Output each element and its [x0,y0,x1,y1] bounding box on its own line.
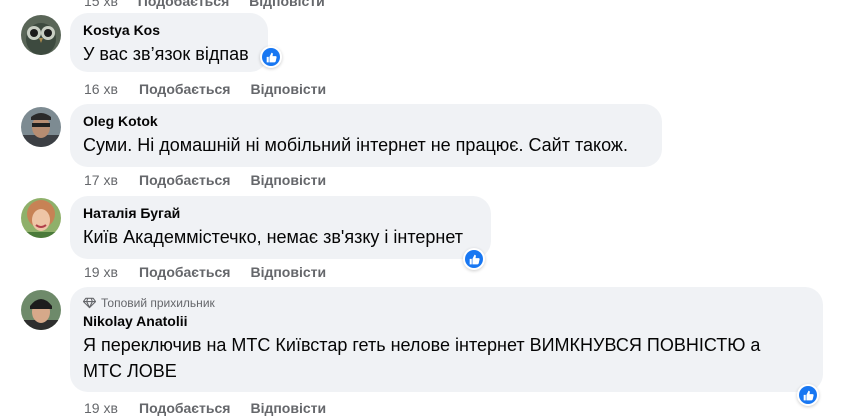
owl-avatar-icon [21,15,61,55]
diamond-icon [83,297,96,309]
comment-time[interactable]: 19 хв [84,264,139,280]
comment-actions: 17 хв Подобається Відповісти [84,172,346,188]
reply-button[interactable]: Відповісти [250,264,326,280]
previous-like-button[interactable]: Подобається [138,0,229,9]
avatar[interactable] [21,15,61,55]
previous-reply-button[interactable]: Відповісти [249,0,325,9]
reaction-badge[interactable] [797,384,819,406]
comment-text: Суми. Ні домашній ні мобільний інтернет … [83,135,628,155]
reply-button[interactable]: Відповісти [250,81,326,97]
previous-comment-actions: 15 хв Подобається Відповісти [84,0,341,9]
reply-button[interactable]: Відповісти [250,400,326,416]
like-icon [266,52,277,62]
comment-text-line-2: МТС ЛОВЕ [83,361,177,381]
person-avatar-icon [21,107,61,147]
like-button[interactable]: Подобається [139,400,230,416]
comment-author[interactable]: Kostya Kos [83,21,256,39]
comment-actions: 19 хв Подобається Відповісти [84,264,346,280]
like-button[interactable]: Подобається [139,172,230,188]
comment-author[interactable]: Наталія Бугай [83,204,479,222]
person-avatar-icon [21,198,61,238]
top-fan-label: Топовий прихильник [101,296,215,310]
comment-text: У вас зв’язок відпав [83,44,249,64]
comment-actions: 19 хв Подобається Відповісти [84,400,346,416]
comment-text: Я переключив на МТС Київстар геть нелове… [83,332,811,384]
comment-bubble: Топовий прихильник Nikolay Anatolii Я пе… [70,287,823,392]
comment-author[interactable]: Oleg Kotok [83,112,650,130]
top-fan-badge[interactable]: Топовий прихильник [83,296,811,310]
like-icon [469,254,480,264]
comment-author[interactable]: Nikolay Anatolii [83,312,811,330]
previous-comment-time: 15 хв [84,0,118,9]
like-button[interactable]: Подобається [139,264,230,280]
reaction-badge[interactable] [260,46,282,68]
like-icon [803,390,814,400]
avatar[interactable] [21,290,61,330]
comment-bubble: Oleg Kotok Суми. Ні домашній ні мобільни… [70,104,662,167]
comment-time[interactable]: 17 хв [84,172,139,188]
comment-bubble: Kostya Kos У вас зв’язок відпав [70,13,268,72]
comment-time[interactable]: 16 хв [84,81,139,97]
comment-text-line-1: Я переключив на МТС Київстар геть нелове… [83,335,761,355]
avatar[interactable] [21,107,61,147]
reply-button[interactable]: Відповісти [250,172,326,188]
comment-bubble: Наталія Бугай Київ Академмістечко, немає… [70,196,491,259]
like-button[interactable]: Подобається [139,81,230,97]
reaction-badge[interactable] [463,248,485,270]
comment-text: Київ Академмістечко, немає зв'язку і інт… [83,227,464,247]
comment-time[interactable]: 19 хв [84,400,139,416]
comment-actions: 16 хв Подобається Відповісти [84,81,346,97]
person-avatar-icon [21,290,61,330]
avatar[interactable] [21,198,61,238]
